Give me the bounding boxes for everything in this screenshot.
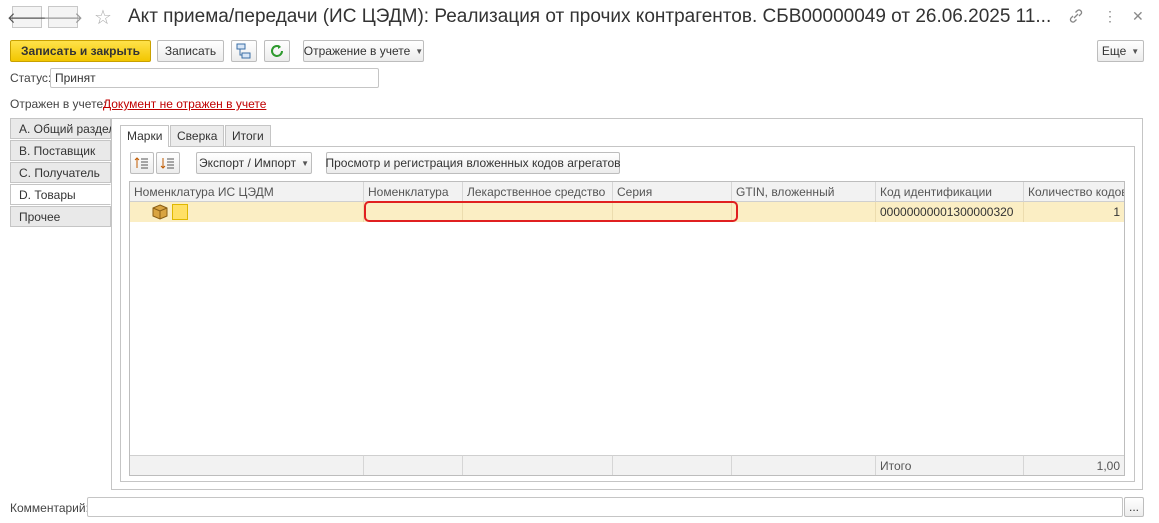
more-button[interactable]: Еще ▼ (1097, 40, 1144, 62)
chevron-down-icon: ▼ (1131, 46, 1140, 56)
column-header[interactable]: Лекарственное средство (463, 182, 613, 202)
chevron-down-icon: ▼ (301, 158, 309, 168)
save-button[interactable]: Записать (157, 40, 224, 62)
column-header[interactable]: Номенклатура (364, 182, 463, 202)
refresh-icon (271, 45, 283, 57)
forward-button[interactable]: 🡒 (43, 6, 83, 28)
refresh-button[interactable] (264, 40, 290, 62)
status-label: Статус: (10, 71, 52, 85)
cell-code[interactable]: 00000000001300000320 (876, 202, 1024, 222)
close-icon[interactable]: ✕ (1132, 8, 1144, 25)
footer-cell (613, 455, 732, 475)
cell-nomenclature-cedm[interactable] (130, 202, 364, 222)
more-menu-icon[interactable]: ⋮ (1103, 8, 1117, 25)
save-and-close-button[interactable]: Записать и закрыть (10, 40, 151, 62)
cell-count[interactable]: 1 (1024, 202, 1124, 222)
footer-total-label: Итого (876, 455, 1024, 475)
comment-label: Комментарий: (10, 501, 89, 515)
package-icon (152, 204, 168, 220)
footer-cell (463, 455, 613, 475)
sort-asc-icon (134, 157, 148, 169)
back-button[interactable]: 🡐 (7, 6, 47, 28)
favorite-star-icon[interactable]: ☆ (94, 5, 112, 30)
arrow-left-icon: 🡐 (6, 9, 48, 27)
column-header[interactable]: Код идентификации (876, 182, 1024, 202)
reflected-link[interactable]: Документ не отражен в учете (103, 97, 266, 111)
chevron-down-icon: ▼ (415, 46, 424, 56)
comment-select-button[interactable]: ... (1124, 497, 1144, 517)
footer-cell (130, 455, 364, 475)
sort-desc-button[interactable] (156, 152, 180, 174)
footer-cell (732, 455, 876, 475)
reflection-dropdown[interactable]: Отражение в учете ▼ (303, 40, 424, 62)
tab-totals[interactable]: Итоги (225, 125, 271, 146)
export-import-dropdown[interactable]: Экспорт / Импорт ▼ (196, 152, 312, 174)
footer-total-value: 1,00 (1024, 455, 1124, 475)
view-nested-codes-button[interactable]: Просмотр и регистрация вложенных кодов а… (325, 152, 621, 174)
footer-cell (364, 455, 463, 475)
arrow-right-icon: 🡒 (42, 9, 84, 27)
column-header[interactable]: Номенклатура ИС ЦЭДМ (130, 182, 364, 202)
window-title: Акт приема/передачи (ИС ЦЭДМ): Реализаци… (128, 6, 1052, 27)
column-header[interactable]: GTIN, вложенный (732, 182, 876, 202)
red-highlight-outline (364, 201, 738, 222)
link-icon[interactable] (1068, 8, 1084, 28)
cell-edit-box[interactable] (172, 204, 188, 220)
tab-marks[interactable]: Марки (120, 125, 170, 147)
export-import-label: Экспорт / Импорт (199, 156, 297, 170)
more-label: Еще (1101, 44, 1127, 58)
sort-desc-icon (160, 158, 174, 169)
hierarchy-icon (236, 43, 251, 59)
sort-asc-button[interactable] (130, 152, 154, 174)
reflected-label: Отражен в учете: (10, 97, 107, 111)
cell-gtin[interactable] (732, 202, 876, 222)
tab-recipient[interactable]: C. Получатель (10, 162, 111, 183)
column-header[interactable]: Серия (613, 182, 732, 202)
comment-field[interactable] (87, 497, 1123, 517)
column-header[interactable]: Количество кодов (1024, 182, 1124, 202)
marks-table[interactable]: Номенклатура ИС ЦЭДМ Номенклатура Лекарс… (129, 181, 1125, 476)
status-field[interactable]: Принят (50, 68, 379, 88)
tab-goods[interactable]: D. Товары (10, 184, 111, 205)
structure-button[interactable] (231, 40, 257, 62)
tab-other[interactable]: Прочее (10, 206, 111, 227)
reflection-label: Отражение в учете (303, 44, 411, 58)
tab-reconciliation[interactable]: Сверка (170, 125, 225, 146)
tab-general[interactable]: А. Общий раздел (10, 118, 115, 139)
tab-supplier[interactable]: B. Поставщик (10, 140, 111, 161)
